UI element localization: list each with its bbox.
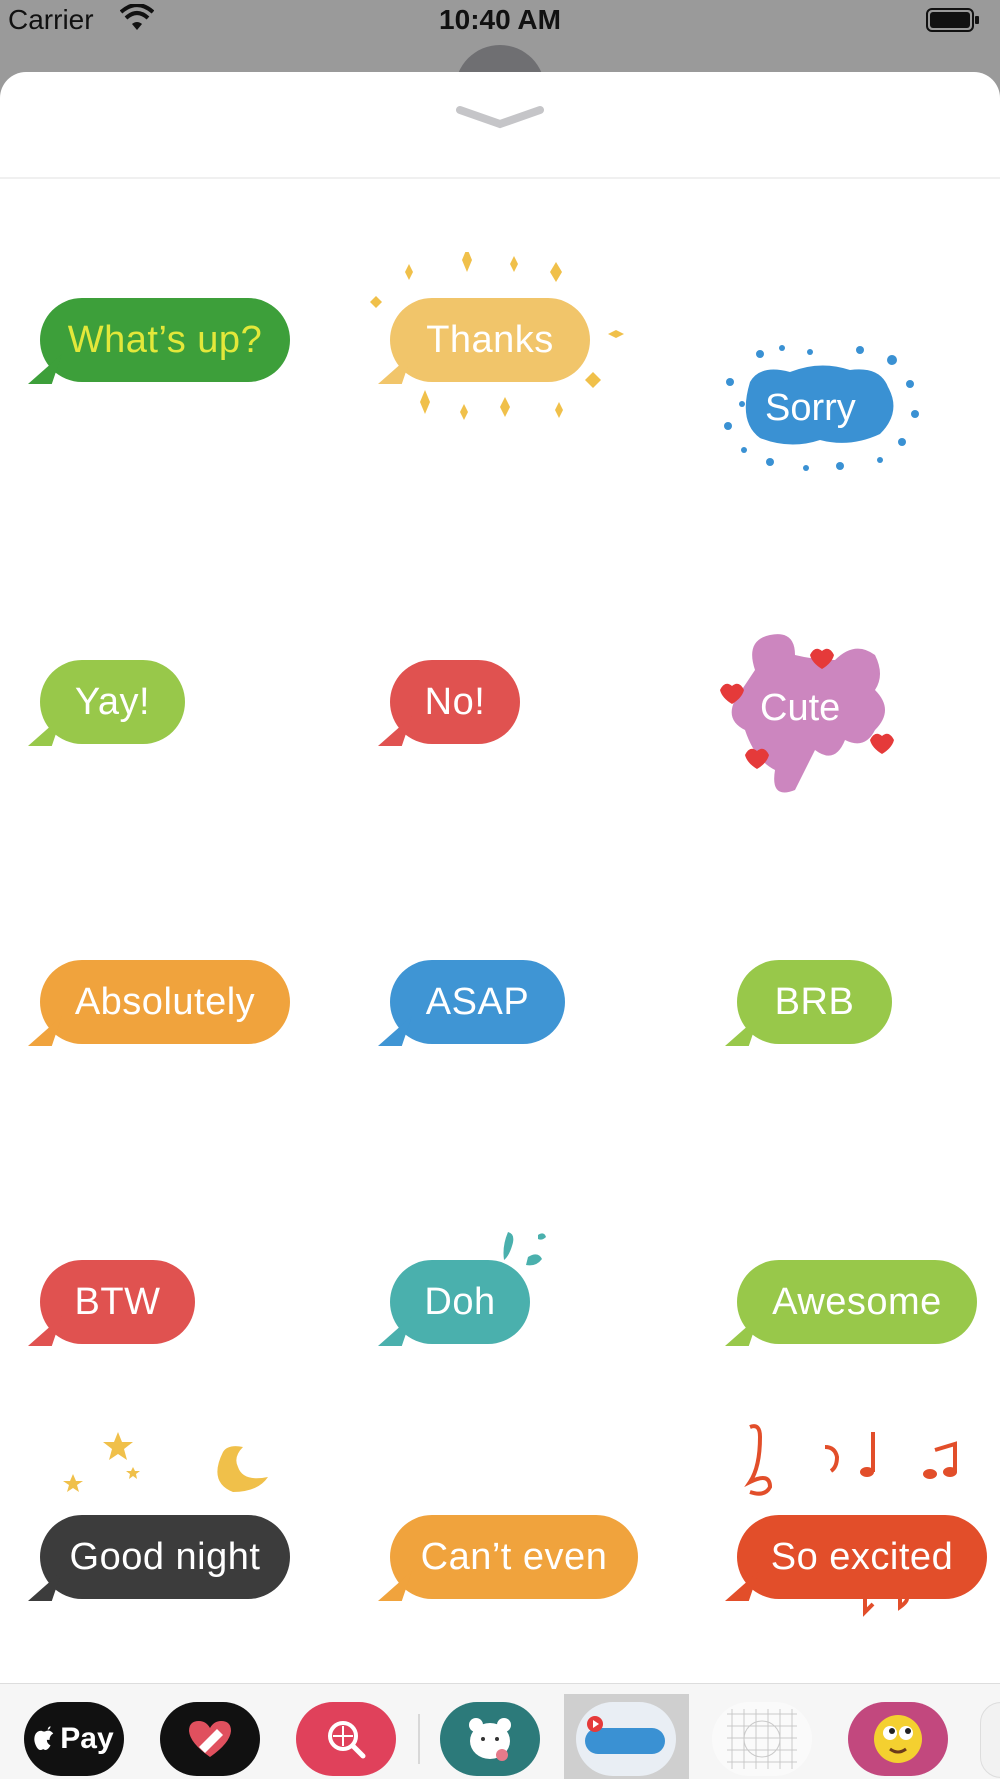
- battery-icon: [926, 8, 979, 32]
- sticker-bubble: Awesome: [737, 1260, 977, 1344]
- sticker-bubble: Can’t even: [390, 1515, 638, 1599]
- sticker-label: Can’t even: [420, 1535, 608, 1578]
- sticker-label: So excited: [770, 1535, 954, 1578]
- chevron-down-icon[interactable]: [455, 102, 545, 132]
- sticker-bubble: Good night: [40, 1515, 290, 1599]
- sticker-label: BTW: [74, 1280, 161, 1323]
- sticker-doh[interactable]: Doh: [378, 1227, 578, 1352]
- bear-sticker-icon: [469, 1718, 511, 1761]
- emoji-face-app[interactable]: [848, 1702, 948, 1776]
- tray-divider: [418, 1714, 420, 1764]
- image-search-app[interactable]: [296, 1702, 396, 1776]
- sticker-btw[interactable]: BTW: [28, 1252, 208, 1352]
- sticker-bubble: Thanks: [390, 298, 590, 382]
- apple-pay-label: Pay: [60, 1722, 114, 1755]
- sticker-label: Sorry: [765, 387, 856, 429]
- heart-sticker-icon: [189, 1721, 231, 1757]
- next-app-partial[interactable]: [980, 1702, 1000, 1778]
- app-drawer: Pay: [0, 1683, 1000, 1779]
- apple-pay-button[interactable]: Pay: [24, 1702, 124, 1776]
- sticker-awesome[interactable]: Awesome: [725, 1252, 985, 1352]
- status-bar: Carrier 10:40 AM: [0, 0, 1000, 40]
- moon-stars-decoration: [63, 1432, 268, 1492]
- sticker-yay[interactable]: Yay!: [28, 652, 208, 752]
- sticker-good-night[interactable]: Good night: [28, 1422, 308, 1602]
- sticker-no[interactable]: No!: [378, 652, 538, 752]
- heart-sticker-app[interactable]: [160, 1702, 260, 1776]
- clock-time: 10:40 AM: [439, 4, 561, 35]
- sticker-asap[interactable]: ASAP: [378, 952, 578, 1052]
- sticker-label: No!: [424, 680, 486, 723]
- sticker-label: ASAP: [425, 980, 530, 1023]
- sticker-bubble: Doh: [390, 1260, 530, 1344]
- bear-sticker-app[interactable]: [440, 1702, 540, 1776]
- sticker-sheet: What’s up? Thanks Sorry Yay! No! Cute Ab…: [0, 72, 1000, 1778]
- colorful-text-icon: [585, 1716, 665, 1754]
- sticker-brb[interactable]: BRB: [725, 952, 905, 1052]
- grid-sticker-icon: [727, 1709, 797, 1769]
- sticker-bubble: ASAP: [390, 960, 565, 1044]
- sticker-label: What’s up?: [67, 318, 263, 361]
- sticker-label: BRB: [774, 980, 855, 1023]
- apple-logo-icon: [34, 1726, 54, 1750]
- sticker-label: Awesome: [772, 1280, 942, 1323]
- sticker-bubble: Yay!: [40, 660, 185, 744]
- sticker-label: Absolutely: [74, 980, 256, 1023]
- sticker-bubble: No!: [390, 660, 520, 744]
- sticker-bubble: Absolutely: [40, 960, 290, 1044]
- sheet-divider: [0, 177, 1000, 179]
- sticker-bubble: BTW: [40, 1260, 195, 1344]
- sticker-cute[interactable]: Cute: [715, 630, 905, 805]
- sticker-thanks[interactable]: Thanks: [360, 252, 630, 432]
- sticker-label: Good night: [69, 1535, 261, 1578]
- colorful-text-app[interactable]: [576, 1702, 676, 1776]
- emoji-face-icon: [874, 1715, 922, 1763]
- sticker-sorry[interactable]: Sorry: [720, 342, 920, 482]
- sticker-absolutely[interactable]: Absolutely: [28, 952, 308, 1052]
- sticker-label: Yay!: [74, 680, 151, 723]
- sticker-bubble: So excited: [737, 1515, 987, 1599]
- sticker-label: Thanks: [426, 318, 554, 361]
- sticker-whats-up[interactable]: What’s up?: [28, 285, 308, 395]
- sticker-cant-even[interactable]: Can’t even: [378, 1502, 648, 1602]
- sticker-so-excited[interactable]: So excited: [725, 1422, 995, 1642]
- sticker-label: Doh: [424, 1280, 496, 1323]
- sticker-label: Cute: [760, 687, 841, 729]
- sticker-bubble: What’s up?: [40, 298, 290, 382]
- grid-sticker-app[interactable]: [712, 1702, 812, 1776]
- sticker-bubble: BRB: [737, 960, 892, 1044]
- image-search-icon: [328, 1721, 366, 1759]
